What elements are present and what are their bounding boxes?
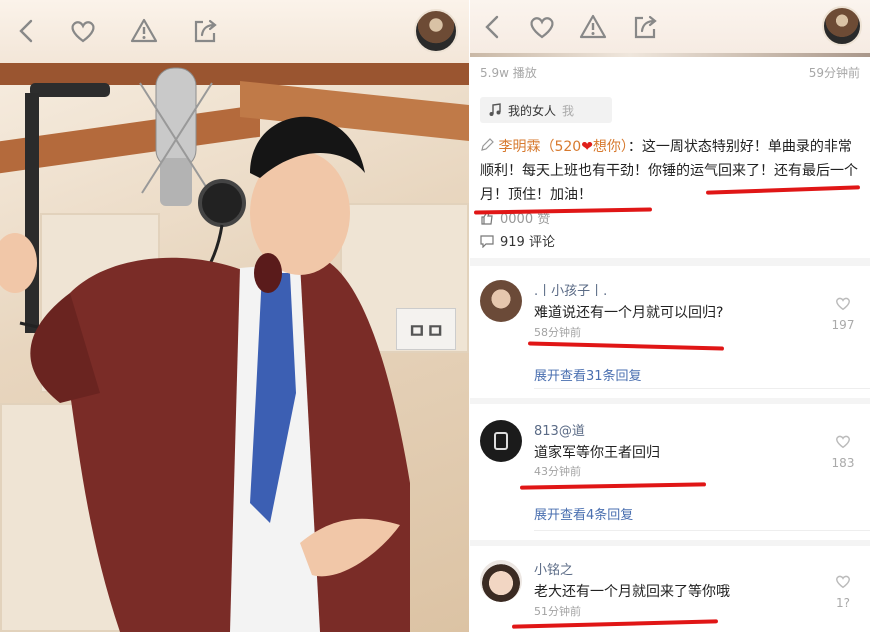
left-screen: ㅁㅁ xyxy=(0,0,469,632)
share-icon[interactable] xyxy=(628,10,662,44)
post-photo: ㅁㅁ xyxy=(0,63,469,632)
comment-like[interactable]: 197 xyxy=(828,294,858,332)
section-divider xyxy=(470,540,870,546)
comments-stat[interactable]: 919 评论 xyxy=(480,231,555,250)
play-count: 5.9w 播放 xyxy=(480,66,537,80)
pencil-icon xyxy=(481,138,494,151)
logo-icon xyxy=(494,432,508,450)
comment-separator xyxy=(534,388,870,389)
back-icon[interactable] xyxy=(10,14,44,48)
commenter-avatar[interactable] xyxy=(480,420,522,462)
post-time: 59分钟前 xyxy=(808,66,860,80)
comment-time: 58分钟前 xyxy=(534,326,581,339)
share-icon[interactable] xyxy=(188,14,222,48)
heart-icon[interactable] xyxy=(525,10,559,44)
user-avatar[interactable] xyxy=(414,9,458,53)
comment-icon xyxy=(480,234,494,248)
warning-icon[interactable] xyxy=(127,14,161,48)
comment-like[interactable]: 183 xyxy=(828,432,858,470)
commenter-name[interactable]: 小铭之 xyxy=(534,559,573,578)
comment-like-count: 197 xyxy=(831,318,855,332)
post-author[interactable]: 李明霖（520 xyxy=(498,139,581,155)
back-icon[interactable] xyxy=(476,10,510,44)
section-divider xyxy=(470,258,870,266)
annotation-underline xyxy=(527,341,725,351)
heart-emoji-icon: ❤ xyxy=(581,139,593,155)
comment-like-count: 183 xyxy=(831,456,855,470)
comment-separator xyxy=(534,530,870,531)
top-toolbar xyxy=(470,0,870,55)
photo-strip xyxy=(470,53,870,57)
heart-icon xyxy=(836,575,850,589)
comment-text: 道家军等你王者回归 xyxy=(534,445,660,461)
music-note-icon xyxy=(489,103,501,116)
heart-icon xyxy=(836,435,850,449)
commenter-avatar[interactable] xyxy=(480,560,522,602)
comment-time: 51分钟前 xyxy=(534,605,581,618)
comment-like[interactable]: 1? xyxy=(828,572,858,610)
comment-text: 老大还有一个月就回来了等你哦 xyxy=(534,584,730,600)
music-chip[interactable]: 我的女人 我 xyxy=(480,97,612,123)
comment-like-count: 1? xyxy=(835,596,850,610)
post-author-suffix[interactable]: 想你） xyxy=(593,139,628,155)
heart-icon xyxy=(836,297,850,311)
section-divider xyxy=(470,398,870,404)
post-text: 李明霖（520❤想你）：这一周状态特别好！单曲录的非常顺利！每天上班也有干劲！你… xyxy=(480,135,862,207)
heart-icon[interactable] xyxy=(66,14,100,48)
top-toolbar xyxy=(0,0,469,63)
annotation-underline xyxy=(519,482,707,490)
annotation-underline xyxy=(511,619,719,629)
warning-icon[interactable] xyxy=(576,10,610,44)
expand-replies-link[interactable]: 展开查看31条回复 xyxy=(534,365,642,384)
music-title: 我的女人 xyxy=(508,103,557,118)
commenter-name[interactable]: .丨小孩子丨. xyxy=(534,280,607,299)
singer-illustration xyxy=(0,67,410,632)
music-title-scroll: 我 xyxy=(562,103,575,118)
commenter-name[interactable]: 813@道 xyxy=(534,420,585,439)
user-avatar[interactable] xyxy=(822,6,862,46)
right-screen: 5.9w 播放 59分钟前 我的女人 我 李明霖（520❤想你）：这一周状态特别… xyxy=(470,0,870,632)
commenter-avatar[interactable] xyxy=(480,280,522,322)
comment-text: 难道说还有一个月就可以回归? xyxy=(534,305,724,321)
expand-replies-link[interactable]: 展开查看4条回复 xyxy=(534,504,633,523)
comment-time: 43分钟前 xyxy=(534,465,581,478)
